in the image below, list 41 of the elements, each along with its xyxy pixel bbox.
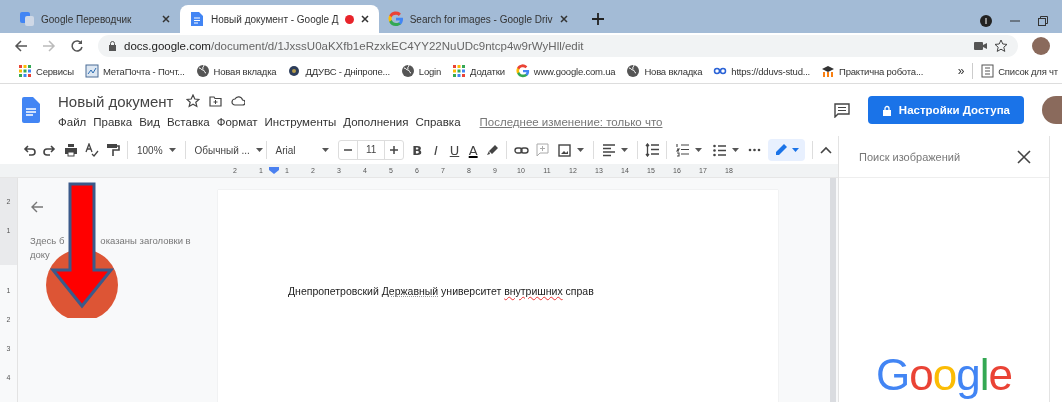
browser-tab[interactable]: Новый документ - Google Д — [180, 5, 379, 33]
outline-hint: оказаны заголовки в — [100, 235, 191, 246]
bookmark[interactable]: ДДУВС - Дніпропе... — [287, 64, 390, 78]
outline-hint: доку — [30, 249, 50, 260]
document-title[interactable]: Новый документ — [58, 92, 174, 110]
outline-hint: Здесь б — [30, 235, 65, 246]
bookmark[interactable]: Практична робота... — [821, 64, 924, 78]
bookmark[interactable]: Нова вкладка — [626, 64, 703, 78]
menu-item[interactable]: Вставка — [166, 115, 210, 128]
menu-item[interactable]: Формат — [216, 115, 258, 128]
browser-tab[interactable]: Google Переводчик — [10, 5, 180, 33]
bookmark[interactable]: МетаПочта - Почт... — [84, 64, 185, 78]
zoom-dropdown[interactable]: 100% — [135, 144, 178, 156]
format-button[interactable]: A — [467, 142, 479, 158]
browser-tab[interactable]: Search for images - Google Driv — [378, 5, 578, 33]
menu-item[interactable]: Инструменты — [264, 115, 337, 128]
bookmark[interactable]: Сервисы — [18, 64, 74, 78]
menu-item[interactable]: Правка — [93, 115, 133, 128]
format-button[interactable]: I — [430, 142, 442, 158]
font-dropdown[interactable]: Arial — [273, 144, 331, 156]
menu-item[interactable]: Дополнения — [343, 115, 409, 128]
bookmark[interactable]: Новая вкладка — [195, 64, 277, 78]
menu-item[interactable]: Вид — [139, 115, 160, 128]
style-dropdown[interactable]: Обычный ... — [192, 144, 259, 156]
bookmark[interactable]: https://dduvs-stud... — [713, 64, 811, 78]
menu-item[interactable]: Справка — [415, 115, 461, 128]
share-button[interactable]: Настройки Доступа — [867, 96, 1024, 124]
document-page[interactable]: Днепропетровский Державный университет внутришних справ — [218, 190, 778, 402]
more-bookmarks-button[interactable]: » — [957, 64, 965, 78]
menu-item[interactable]: Файл — [58, 115, 87, 128]
bookmark[interactable]: Додатки — [452, 64, 505, 78]
bookmark[interactable]: Login — [400, 64, 442, 78]
image-search-field[interactable]: Поиск изображений — [859, 150, 1017, 163]
document-paragraph: Днепропетровский Державный университет внутришних справ — [288, 285, 595, 297]
google-logo: Google — [876, 352, 1012, 398]
format-button[interactable]: U — [448, 142, 461, 158]
format-button[interactable]: B — [411, 142, 423, 158]
reading-list[interactable]: Список для чт — [981, 64, 1058, 78]
address-bar[interactable]: docs.google.com/document/d/1JxssU0aKXfb1eRzxkEC4YY22NuUDc9ntcp4w9rWyHll/edit — [98, 35, 1018, 57]
bookmark[interactable]: www.google.com.ua — [515, 64, 616, 78]
last-edit-link[interactable]: Последнее изменение: только что — [479, 115, 663, 128]
